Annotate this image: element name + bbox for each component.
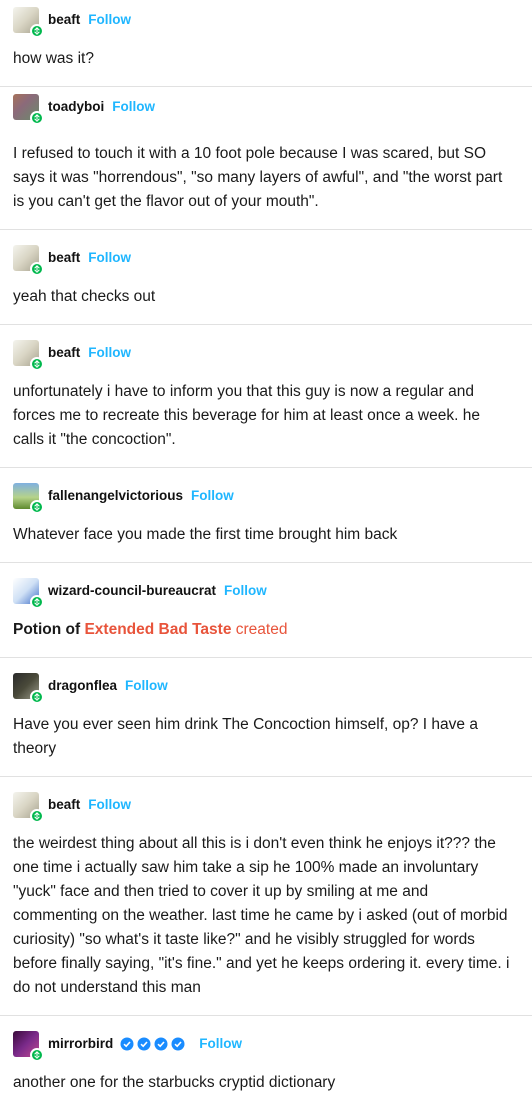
username[interactable]: toadyboi [48, 99, 104, 114]
avatar[interactable] [13, 1030, 44, 1062]
username[interactable]: wizard-council-bureaucrat [48, 583, 216, 598]
post-header: beaft Follow [13, 6, 131, 38]
text-suffix: created [231, 621, 288, 638]
reply-post: beaft Follow the weirdest thing about al… [0, 777, 532, 1016]
username[interactable]: fallenangelvictorious [48, 488, 183, 503]
reblog-badge-icon [30, 689, 44, 704]
reply-post: toadyboi Follow I refused to touch it wi… [0, 87, 532, 230]
post-text: how was it? [13, 50, 94, 67]
follow-button[interactable]: Follow [88, 797, 131, 812]
reblog-badge-icon [30, 594, 44, 609]
post-text: Have you ever seen him drink The Concoct… [13, 716, 478, 757]
avatar[interactable] [13, 93, 44, 125]
reply-post: beaft Follow unfortunately i have to inf… [0, 325, 532, 468]
reply-post: beaft Follow how was it? [0, 0, 532, 87]
avatar[interactable] [13, 244, 44, 276]
reblog-badge-icon [30, 23, 44, 38]
verified-check-icon [171, 1037, 185, 1050]
post-text: I refused to touch it with a 10 foot pol… [13, 145, 503, 210]
follow-button[interactable]: Follow [88, 12, 131, 27]
username[interactable]: mirrorbird [48, 1036, 113, 1051]
post-header: beaft Follow [13, 339, 131, 371]
verified-check-icon [120, 1037, 134, 1050]
verified-check-icon [137, 1037, 151, 1050]
post-text: Whatever face you made the first time br… [13, 526, 398, 543]
reply-post: beaft Follow yeah that checks out [0, 230, 532, 325]
verified-badges [117, 1037, 185, 1051]
text-highlight: Extended Bad Taste [84, 621, 232, 638]
avatar[interactable] [13, 577, 44, 609]
reblog-badge-icon [30, 808, 44, 823]
avatar[interactable] [13, 339, 44, 371]
reblog-badge-icon [30, 356, 44, 371]
verified-check-icon [154, 1037, 168, 1050]
post-text: yeah that checks out [13, 288, 156, 305]
post-header: beaft Follow [13, 244, 131, 276]
reblog-badge-icon [30, 261, 44, 276]
post-header: wizard-council-bureaucrat Follow [13, 577, 267, 609]
post-header: dragonflea Follow [13, 672, 168, 704]
text-prefix: Potion of [13, 621, 85, 638]
post-text: Potion of Extended Bad Taste created [13, 618, 514, 642]
reblog-badge-icon [30, 110, 44, 125]
post-header: fallenangelvictorious Follow [13, 482, 234, 514]
username[interactable]: beaft [48, 12, 80, 27]
reblog-badge-icon [30, 1047, 44, 1062]
post-text: another one for the starbucks cryptid di… [13, 1074, 336, 1091]
username[interactable]: beaft [48, 797, 80, 812]
post-header: beaft Follow [13, 791, 131, 823]
follow-button[interactable]: Follow [88, 250, 131, 265]
username[interactable]: beaft [48, 250, 80, 265]
avatar[interactable] [13, 791, 44, 823]
username[interactable]: dragonflea [48, 678, 117, 693]
follow-button[interactable]: Follow [191, 488, 234, 503]
follow-button[interactable]: Follow [112, 99, 155, 114]
follow-button[interactable]: Follow [199, 1036, 242, 1051]
post-header: mirrorbird Follow [13, 1030, 242, 1062]
follow-button[interactable]: Follow [88, 345, 131, 360]
reply-post: mirrorbird Follow another one for the st… [0, 1016, 532, 1100]
avatar[interactable] [13, 672, 44, 704]
username[interactable]: beaft [48, 345, 80, 360]
reply-post: dragonflea Follow Have you ever seen him… [0, 658, 532, 777]
avatar[interactable] [13, 6, 44, 38]
avatar[interactable] [13, 482, 44, 514]
reply-post: wizard-council-bureaucrat Follow Potion … [0, 563, 532, 658]
reply-post: fallenangelvictorious Follow Whatever fa… [0, 468, 532, 563]
post-text: the weirdest thing about all this is i d… [13, 835, 510, 996]
reblog-badge-icon [30, 499, 44, 514]
follow-button[interactable]: Follow [224, 583, 267, 598]
follow-button[interactable]: Follow [125, 678, 168, 693]
post-text: unfortunately i have to inform you that … [13, 383, 480, 448]
post-header: toadyboi Follow [13, 93, 155, 125]
